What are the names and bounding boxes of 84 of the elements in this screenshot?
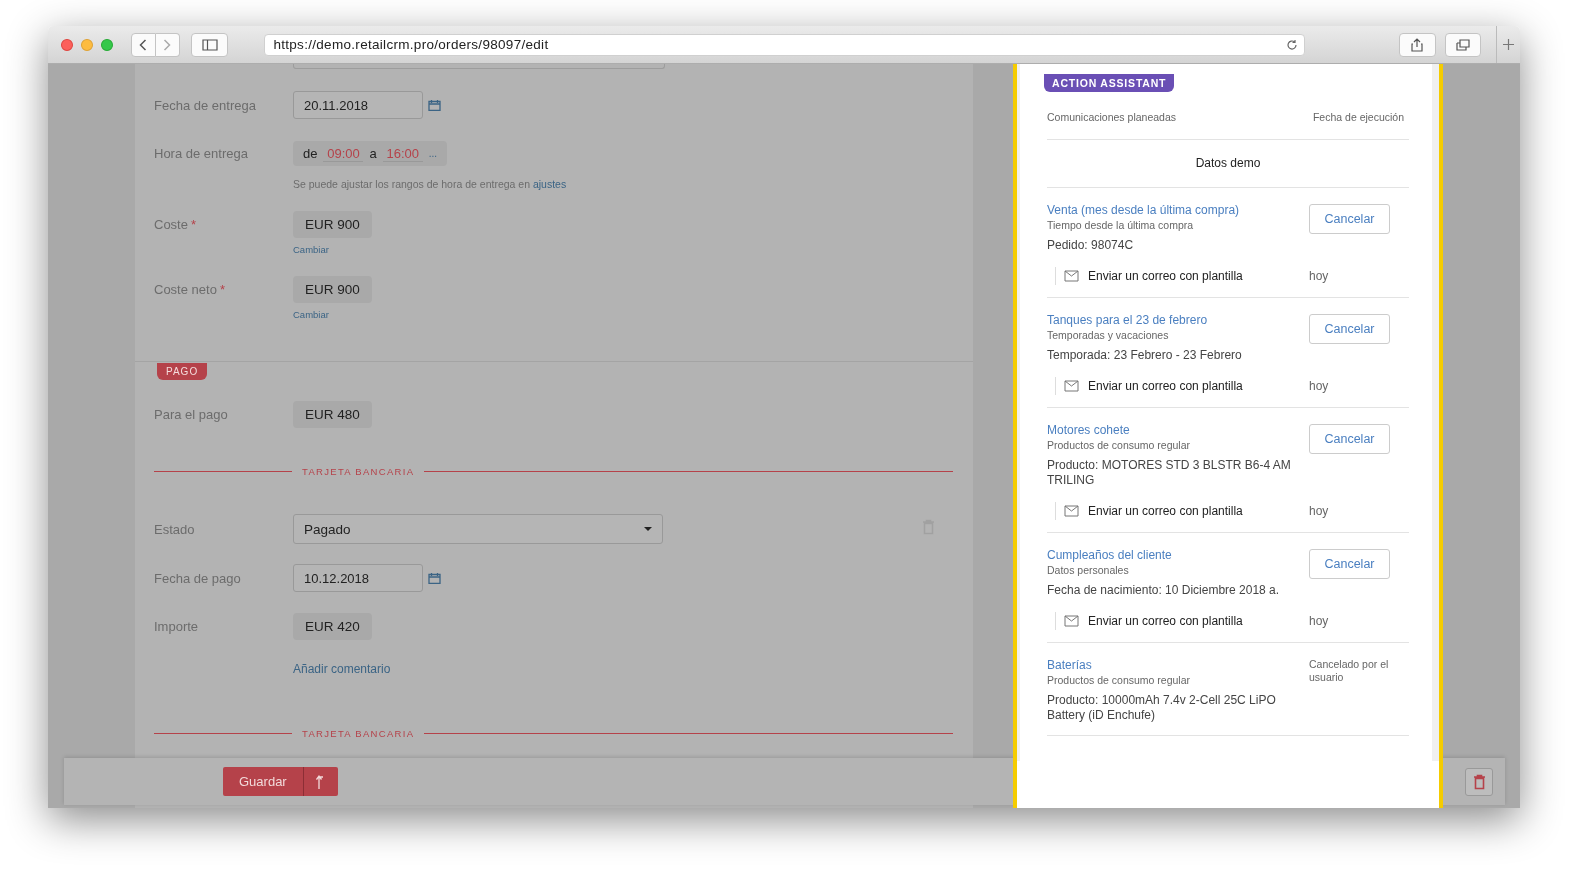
- minimize-window-icon[interactable]: [80, 38, 93, 51]
- action-text: Enviar un correo con plantilla: [1088, 379, 1243, 393]
- execution-date: hoy: [1309, 614, 1330, 628]
- cancel-button[interactable]: Cancelar: [1309, 204, 1390, 234]
- back-button[interactable]: [130, 32, 156, 57]
- caret-icon: [644, 527, 652, 531]
- execution-date: hoy: [1309, 504, 1330, 518]
- communication-detail: Pedido: 98074C: [1047, 238, 1135, 253]
- plus-icon: [1503, 39, 1515, 50]
- delete-button[interactable]: [1465, 767, 1493, 796]
- communication-title[interactable]: Motores cohete: [1047, 423, 1309, 437]
- action-text: Enviar un correo con plantilla: [1088, 269, 1243, 283]
- save-options-button[interactable]: [302, 767, 338, 796]
- field-label: Estado: [154, 521, 196, 537]
- field-label: Fecha de entrega: [154, 97, 257, 113]
- reload-icon[interactable]: [1285, 38, 1298, 51]
- date-field[interactable]: 10.12.2018: [293, 564, 423, 592]
- address-field[interactable]: https://demo.retailcrm.pro/orders/98097/edit: [264, 33, 1305, 56]
- envelope-icon: [1064, 505, 1080, 517]
- maximize-window-icon[interactable]: [100, 38, 113, 51]
- communication-title[interactable]: Baterías: [1047, 658, 1309, 672]
- envelope-icon: [1064, 380, 1080, 392]
- communication-title[interactable]: Venta (mes desde la última compra): [1047, 203, 1309, 217]
- chevron-right-icon: [163, 38, 172, 51]
- calendar-icon[interactable]: [428, 99, 441, 111]
- tabs-icon: [1455, 38, 1470, 51]
- demo-label: Datos demo: [1195, 156, 1261, 170]
- envelope-icon: [1064, 615, 1080, 627]
- cancel-button[interactable]: Cancelar: [1309, 314, 1390, 344]
- section-divider-title: TARJETA BANCARIA: [302, 466, 415, 477]
- select-field[interactable]: [293, 64, 665, 69]
- communication-category: Tiempo desde la última compra: [1047, 219, 1195, 231]
- status-select[interactable]: Pagado: [293, 514, 663, 544]
- cancel-button[interactable]: Cancelar: [1309, 424, 1390, 454]
- tabs-button[interactable]: [1444, 32, 1482, 57]
- time-range-field[interactable]: de 09:00 a 16:00 ...: [293, 141, 448, 166]
- amount-field: EUR 420: [293, 613, 372, 640]
- settings-link[interactable]: ajustes: [532, 178, 567, 190]
- section-divider-title: TARJETA BANCARIA: [302, 728, 415, 739]
- amount-field: EUR 480: [293, 401, 372, 428]
- communication-detail: Producto: MOTORES STD 3 BLSTR B6-4 AM TRILING: [1047, 458, 1292, 488]
- save-button[interactable]: Guardar: [223, 767, 303, 796]
- execution-date: hoy: [1309, 379, 1330, 393]
- field-label: Fecha de pago: [154, 570, 242, 586]
- trash-icon[interactable]: [1472, 773, 1486, 790]
- arrow-up-icon: [315, 773, 326, 790]
- communication-category: Datos personales: [1047, 564, 1130, 576]
- execution-date: hoy: [1309, 269, 1330, 283]
- communication-category: Productos de consumo regular: [1047, 674, 1191, 686]
- communication-category: Productos de consumo regular: [1047, 439, 1191, 451]
- share-button[interactable]: [1398, 32, 1436, 57]
- calendar-icon[interactable]: [428, 572, 441, 584]
- sidebar-icon: [201, 38, 218, 51]
- status-text: Cancelado por el usuario: [1309, 658, 1390, 684]
- field-label: Coste neto *: [154, 282, 226, 297]
- field-label: Hora de entrega: [154, 146, 249, 161]
- communication-detail: Temporada: 23 Febrero - 23 Febrero: [1047, 348, 1243, 363]
- change-link[interactable]: Cambiar: [293, 309, 329, 320]
- assistant-badge: ACTION ASSISTANT: [1044, 74, 1175, 92]
- sidebar-button[interactable]: [190, 32, 229, 57]
- communication-category: Temporadas y vacaciones: [1047, 329, 1170, 341]
- amount-field: EUR 900: [293, 276, 372, 303]
- communication-title[interactable]: Cumpleaños del cliente: [1047, 548, 1309, 562]
- change-link[interactable]: Cambiar: [293, 244, 329, 255]
- date-field[interactable]: 20.11.2018: [293, 91, 423, 119]
- close-window-icon[interactable]: [61, 38, 73, 51]
- action-text: Enviar un correo con plantilla: [1088, 504, 1243, 518]
- cancel-button[interactable]: Cancelar: [1309, 549, 1390, 579]
- envelope-icon: [1064, 270, 1080, 282]
- communication-title[interactable]: Tanques para el 23 de febrero: [1047, 313, 1309, 327]
- action-text: Enviar un correo con plantilla: [1088, 614, 1243, 628]
- chevron-left-icon: [139, 38, 148, 51]
- share-icon: [1411, 37, 1424, 52]
- add-comment-link[interactable]: Añadir comentario: [293, 662, 391, 676]
- amount-field: EUR 900: [293, 211, 372, 238]
- communication-detail: Fecha de nacimiento: 10 Diciembre 2018 a.: [1047, 583, 1281, 598]
- field-label: Importe: [154, 619, 200, 634]
- column-header: Comunicaciones planeadas: [1047, 111, 1176, 123]
- hint-text: Se puede ajustar los rangos de hora de entrega en ajustes: [293, 178, 568, 190]
- section-badge: PAGO: [157, 363, 208, 380]
- field-label: Coste *: [154, 217, 198, 232]
- column-header: Fecha de ejecución: [1312, 111, 1404, 123]
- field-label: Para el pago: [154, 407, 229, 422]
- communication-detail: Producto: 10000mAh 7.4v 2-Cell 25C LiPO Battery (iD Enchufe): [1047, 693, 1277, 723]
